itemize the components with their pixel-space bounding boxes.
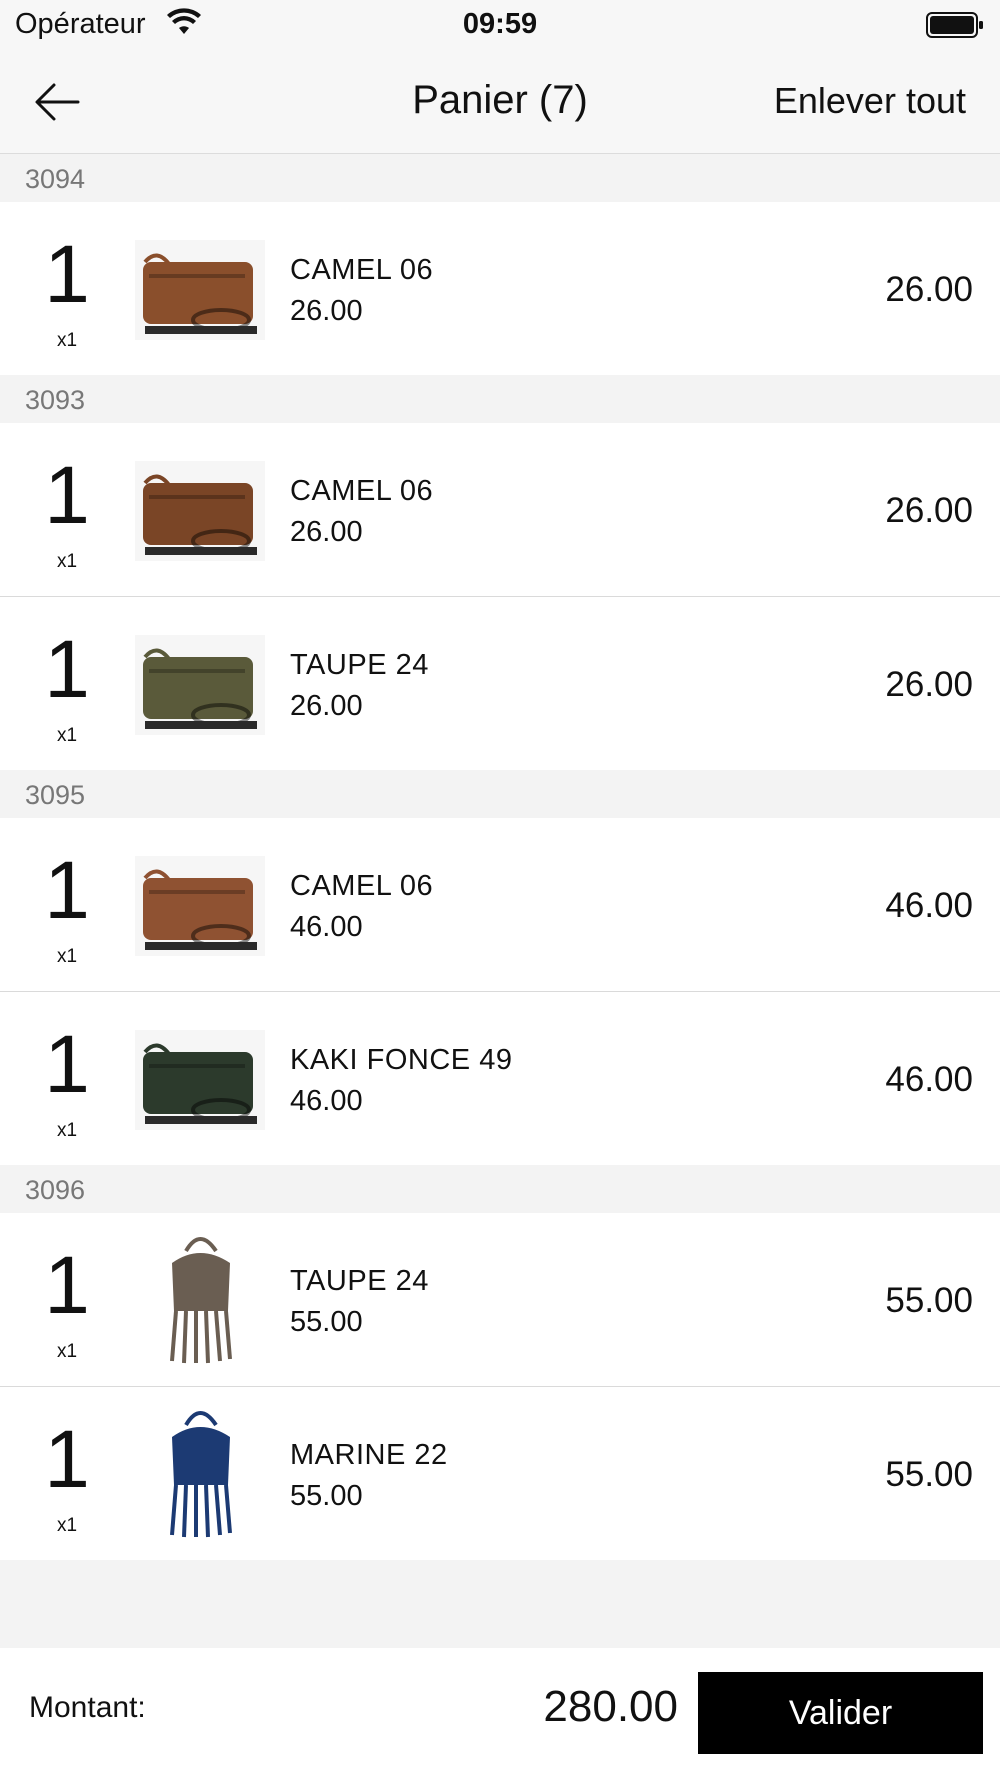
status-bar: Opérateur 09:59 — [0, 0, 1000, 52]
item-unit-price: 46.00 — [290, 911, 363, 943]
camel-bag-thumbnail — [135, 856, 265, 956]
section-header: 3096 — [0, 1165, 1000, 1213]
item-unit-price: 55.00 — [290, 1306, 363, 1338]
item-quantity-multiplier: x1 — [56, 551, 78, 572]
item-quantity-multiplier: x1 — [56, 1515, 78, 1536]
item-name: TAUPE 24 — [290, 649, 429, 681]
item-name: CAMEL 06 — [290, 870, 434, 902]
item-total-price: 26.00 — [885, 665, 973, 704]
cart-item-row[interactable]: 1 x1 TAUPE 24 26.00 26.00 — [0, 597, 1000, 770]
section-header-label: 3094 — [25, 164, 86, 194]
section-header-label: 3093 — [25, 385, 86, 415]
cart-list: 3094 1 x1 CAMEL 06 26.00 26.00 3093 1 x1 CAMEL 06… — [0, 154, 1000, 1560]
cart-item-row[interactable]: 1 x1 CAMEL 06 26.00 26.00 — [0, 202, 1000, 375]
item-total-price: 26.00 — [885, 491, 973, 530]
item-quantity[interactable]: 1 — [20, 455, 114, 537]
item-unit-price: 55.00 — [290, 1480, 363, 1512]
item-quantity[interactable]: 1 — [20, 1245, 114, 1327]
battery-icon — [926, 12, 983, 38]
cart-item-row[interactable]: 1 x1 MARINE 22 55.00 55.00 — [0, 1387, 1000, 1560]
item-quantity-multiplier: x1 — [56, 1120, 78, 1141]
cart-item-row[interactable]: 1 x1 CAMEL 06 26.00 26.00 — [0, 423, 1000, 597]
taupe-fringe-bag-thumbnail — [158, 1233, 242, 1365]
item-unit-price: 26.00 — [290, 295, 363, 327]
item-name: TAUPE 24 — [290, 1265, 429, 1297]
kaki-bag-thumbnail — [135, 1030, 265, 1130]
camel-bag-thumbnail — [135, 240, 265, 340]
item-quantity[interactable]: 1 — [20, 234, 114, 316]
cart-item-row[interactable]: 1 x1 CAMEL 06 46.00 46.00 — [0, 818, 1000, 992]
item-quantity[interactable]: 1 — [20, 1024, 114, 1106]
item-total-price: 46.00 — [885, 1060, 973, 1099]
item-quantity-multiplier: x1 — [56, 1341, 78, 1362]
cart-item-row[interactable]: 1 x1 TAUPE 24 55.00 55.00 — [0, 1213, 1000, 1387]
item-quantity-multiplier: x1 — [56, 330, 78, 351]
camel-bag-thumbnail-graphic — [135, 461, 265, 561]
item-unit-price: 46.00 — [290, 1085, 363, 1117]
item-quantity[interactable]: 1 — [20, 629, 114, 711]
taupe-bag-thumbnail — [135, 635, 265, 735]
cart-screen: Opérateur 09:59 Panier (7) Enlever tout … — [0, 0, 1000, 1778]
navigation-bar: Panier (7) Enlever tout — [0, 52, 1000, 154]
section-header-label: 3096 — [25, 1175, 86, 1205]
cart-item-row[interactable]: 1 x1 KAKI FONCE 49 46.00 46.00 — [0, 992, 1000, 1165]
item-quantity[interactable]: 1 — [20, 1419, 114, 1501]
section-header: 3095 — [0, 770, 1000, 818]
item-unit-price: 26.00 — [290, 516, 363, 548]
marine-fringe-bag-thumbnail — [158, 1407, 242, 1539]
item-quantity-multiplier: x1 — [56, 946, 78, 967]
section-header: 3093 — [0, 375, 1000, 423]
validate-button[interactable]: Valider — [698, 1672, 983, 1754]
camel-bag-thumbnail-graphic — [135, 240, 265, 340]
camel-bag-thumbnail-graphic — [135, 856, 265, 956]
item-total-price: 26.00 — [885, 270, 973, 309]
item-name: CAMEL 06 — [290, 254, 434, 286]
camel-bag-thumbnail — [135, 461, 265, 561]
total-label: Montant: — [29, 1691, 146, 1724]
item-name: CAMEL 06 — [290, 475, 434, 507]
total-amount: 280.00 — [543, 1682, 678, 1731]
taupe-bag-thumbnail-graphic — [135, 635, 265, 735]
kaki-bag-thumbnail-graphic — [135, 1030, 265, 1130]
cart-footer: Montant: 280.00 Valider — [0, 1648, 1000, 1778]
taupe-fringe-bag-thumbnail-graphic — [170, 1237, 232, 1364]
remove-all-button[interactable]: Enlever tout — [774, 80, 966, 122]
section-header: 3094 — [0, 154, 1000, 202]
marine-fringe-bag-thumbnail-graphic — [170, 1411, 232, 1538]
item-name: MARINE 22 — [290, 1439, 448, 1471]
item-unit-price: 26.00 — [290, 690, 363, 722]
item-name: KAKI FONCE 49 — [290, 1044, 513, 1076]
item-total-price: 46.00 — [885, 886, 973, 925]
item-quantity-multiplier: x1 — [56, 725, 78, 746]
item-quantity[interactable]: 1 — [20, 850, 114, 932]
item-total-price: 55.00 — [885, 1281, 973, 1320]
section-header-label: 3095 — [25, 780, 86, 810]
clock-time: 09:59 — [462, 8, 538, 40]
item-total-price: 55.00 — [885, 1455, 973, 1494]
